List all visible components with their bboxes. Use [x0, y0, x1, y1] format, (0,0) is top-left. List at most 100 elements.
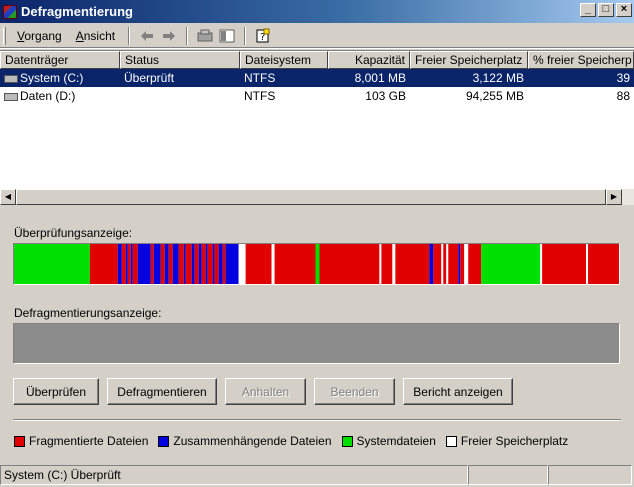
fragmented-swatch: [14, 435, 25, 447]
menu-toolbar: Vorgang Ansicht ?: [0, 24, 634, 48]
analysis-display: [13, 243, 620, 285]
analysis-segment: [542, 244, 587, 284]
analysis-segment: [540, 244, 543, 284]
menu-vorgang[interactable]: Vorgang: [10, 29, 69, 43]
volume-row-system-c[interactable]: System (C:) Überprüft NTFS 8,001 MB 3,12…: [0, 69, 634, 87]
column-header-freier-speicherplatz[interactable]: Freier Speicherplatz: [410, 51, 528, 69]
legend-contiguous-label: Zusammenhängende Dateien: [173, 434, 332, 448]
analysis-segment: [446, 244, 449, 284]
analysis-display-label: Überprüfungsanzeige:: [14, 226, 133, 240]
scroll-right-button[interactable]: ▶: [606, 189, 622, 205]
status-panel-3: [548, 465, 632, 485]
defrag-display-label: Defragmentierungsanzeige:: [14, 306, 162, 320]
stop-button[interactable]: Beenden: [314, 378, 395, 405]
legend-free-label: Freier Speicherplatz: [460, 434, 569, 448]
analysis-segment: [14, 244, 90, 284]
volume-free-percent: 88: [616, 89, 630, 103]
analysis-segment: [448, 244, 459, 284]
volume-filesystem: NTFS: [244, 89, 276, 103]
forward-arrow-icon[interactable]: [160, 27, 178, 45]
volume-name: Daten (D:): [20, 89, 76, 103]
window-title: Defragmentierung: [21, 4, 133, 19]
analysis-segment: [586, 244, 589, 284]
analysis-segment: [198, 244, 202, 284]
free-swatch: [445, 435, 457, 447]
divider: [13, 419, 621, 421]
legend-system: Systemdateien: [341, 434, 436, 448]
scroll-thumb[interactable]: [16, 189, 606, 205]
hard-drive-icon: [4, 92, 18, 101]
scroll-left-button[interactable]: ◀: [0, 189, 16, 205]
analysis-segment: [381, 244, 393, 284]
disk-properties-icon[interactable]: [196, 27, 214, 45]
hard-drive-icon: [4, 74, 18, 83]
analysis-segment: [481, 244, 541, 284]
legend-contiguous: Zusammenhängende Dateien: [158, 434, 332, 448]
defrag-app-icon: [3, 4, 17, 19]
volume-status: [120, 87, 240, 105]
analysis-segment: [160, 244, 165, 284]
analysis-segment: [89, 244, 118, 284]
title-bar: Defragmentierung _ □ ×: [0, 0, 634, 23]
status-panel-2: [468, 465, 548, 485]
analysis-segment: [429, 244, 434, 284]
analysis-segment: [121, 244, 126, 284]
analysis-segment: [441, 244, 444, 284]
analysis-segment: [172, 244, 179, 284]
legend-fragmented-label: Fragmentierte Dateien: [29, 434, 149, 448]
analysis-segment: [132, 244, 138, 284]
analysis-segment: [130, 244, 133, 284]
analysis-segment: [178, 244, 184, 284]
analysis-segment: [464, 244, 469, 284]
analysis-segment: [271, 244, 275, 284]
legend: Fragmentierte Dateien Zusammenhängende D…: [14, 434, 578, 448]
minimize-button[interactable]: _: [580, 3, 596, 17]
analysis-segment: [395, 244, 430, 284]
toolbar-separator: [128, 26, 131, 45]
analysis-segment: [458, 244, 461, 284]
help-icon[interactable]: ?: [254, 27, 272, 45]
analysis-segment: [214, 244, 219, 284]
analysis-segment: [222, 244, 226, 284]
volume-status: Überprüft: [124, 71, 175, 85]
volume-row-daten-d[interactable]: Daten (D:) NTFS 103 GB 94,255 MB 88: [0, 87, 634, 105]
menu-ansicht[interactable]: Ansicht: [69, 29, 122, 43]
analysis-segment: [153, 244, 161, 284]
horizontal-scrollbar[interactable]: ◀ ▶: [0, 189, 634, 205]
analysis-segment: [245, 244, 272, 284]
analysis-segment: [194, 244, 199, 284]
analysis-segment: [392, 244, 396, 284]
column-header-dateisystem[interactable]: Dateisystem: [240, 51, 328, 69]
analysis-segment: [460, 244, 465, 284]
view-report-button[interactable]: Bericht anzeigen: [403, 378, 513, 405]
analysis-segment: [191, 244, 195, 284]
column-header-kapazitaet[interactable]: Kapazität: [328, 51, 410, 69]
defrag-display: [13, 323, 620, 364]
column-header-datentraeger[interactable]: Datenträger: [0, 51, 120, 69]
analysis-segment: [433, 244, 442, 284]
volume-free-space: 3,122 MB: [472, 71, 524, 85]
analysis-segment: [150, 244, 154, 284]
legend-fragmented: Fragmentierte Dateien: [14, 434, 148, 448]
volume-list-header: Datenträger Status Dateisystem Kapazität…: [0, 51, 634, 69]
column-header-prozent-frei[interactable]: % freier Speicherp: [528, 51, 634, 69]
analysis-segment: [588, 244, 619, 284]
analysis-segment: [468, 244, 482, 284]
analyze-button[interactable]: Überprüfen: [13, 378, 99, 405]
legend-free: Freier Speicherplatz: [445, 434, 569, 448]
analysis-segment: [319, 244, 380, 284]
analysis-segment: [225, 244, 239, 284]
defragment-button[interactable]: Defragmentieren: [107, 378, 217, 405]
volume-filesystem: NTFS: [244, 71, 276, 85]
back-arrow-icon[interactable]: [138, 27, 156, 45]
maximize-button[interactable]: □: [598, 3, 614, 17]
system-swatch: [341, 435, 353, 447]
pause-button[interactable]: Anhalten: [225, 378, 306, 405]
analysis-segment: [201, 244, 206, 284]
analysis-segment: [117, 244, 122, 284]
status-bar: System (C:) Überprüft: [0, 463, 634, 487]
column-header-status[interactable]: Status: [120, 51, 240, 69]
view-toggle-icon[interactable]: [218, 27, 236, 45]
close-button[interactable]: ×: [616, 3, 632, 17]
volume-list: Datenträger Status Dateisystem Kapazität…: [0, 50, 634, 205]
